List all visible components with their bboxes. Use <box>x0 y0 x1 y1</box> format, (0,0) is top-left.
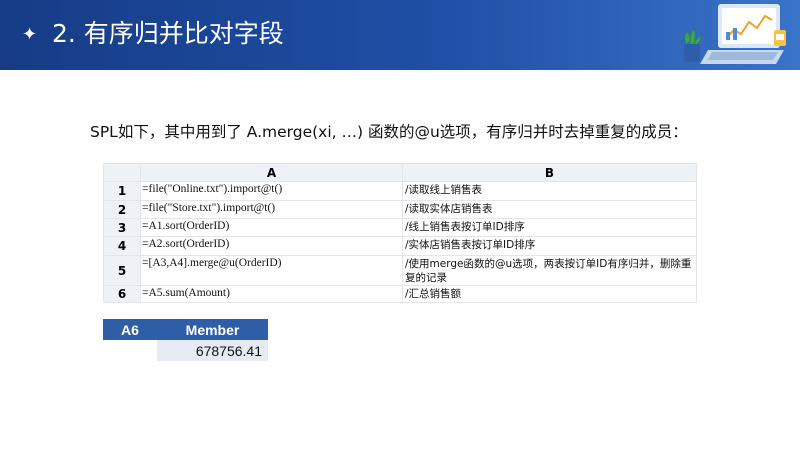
result-value: 678756.41 <box>157 340 268 361</box>
row-number[interactable]: 5 <box>103 255 141 286</box>
cell-a1[interactable]: =file("Online.txt").import@t() <box>140 181 403 201</box>
slide-header: ✦ 2. 有序归并比对字段 <box>0 0 800 70</box>
cell-b1[interactable]: /读取线上销售表 <box>402 181 697 201</box>
grid-corner <box>103 163 141 182</box>
cell-b4[interactable]: /实体店销售表按订单ID排序 <box>402 236 697 256</box>
cell-b6[interactable]: /汇总销售额 <box>402 285 697 303</box>
row-number[interactable]: 2 <box>103 200 141 219</box>
column-header-a[interactable]: A <box>140 163 403 182</box>
row-number[interactable]: 1 <box>103 181 141 201</box>
slide-title: 2. 有序归并比对字段 <box>52 19 284 48</box>
cell-a3[interactable]: =A1.sort(OrderID) <box>140 218 403 237</box>
cell-a4[interactable]: =A2.sort(OrderID) <box>140 236 403 256</box>
row-number[interactable]: 3 <box>103 218 141 237</box>
cell-b3[interactable]: /线上销售表按订单ID排序 <box>402 218 697 237</box>
result-table: A6 Member 678756.41 <box>103 319 268 361</box>
spl-code-grid: A B 1 =file("Online.txt").import@t() /读取… <box>103 163 697 303</box>
result-empty-cell <box>103 340 157 361</box>
column-header-b[interactable]: B <box>402 163 697 182</box>
cell-b5[interactable]: /使用merge函数的@u选项，两表按订单ID有序归并，删除重复的记录 <box>402 255 697 286</box>
result-cell-label: A6 <box>103 319 157 340</box>
cell-a5[interactable]: =[A3,A4].merge@u(OrderID) <box>140 255 403 286</box>
cell-b2[interactable]: /读取实体店销售表 <box>402 200 697 219</box>
cell-a6[interactable]: =A5.sum(Amount) <box>140 285 403 303</box>
row-number[interactable]: 4 <box>103 236 141 256</box>
sparkle-icon: ✦ <box>22 24 38 44</box>
cell-a2[interactable]: =file("Store.txt").import@t() <box>140 200 403 219</box>
laptop-illustration-icon <box>684 4 786 64</box>
row-number[interactable]: 6 <box>103 285 141 303</box>
result-column-header: Member <box>157 319 268 340</box>
intro-text: SPL如下，其中用到了 A.merge(xi, …) 函数的@u选项，有序归并时… <box>90 123 688 141</box>
